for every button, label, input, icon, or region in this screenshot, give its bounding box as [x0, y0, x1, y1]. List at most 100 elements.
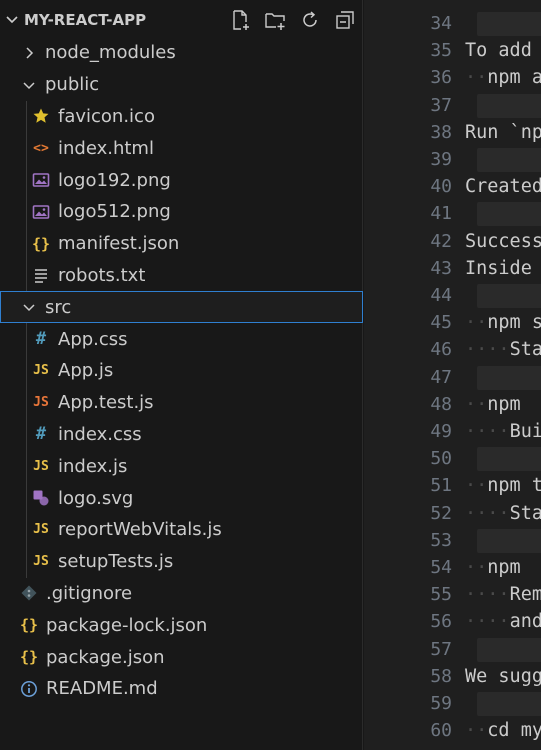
- indent-guide: [26, 323, 27, 578]
- editor-line[interactable]: 44: [364, 282, 541, 309]
- editor-line[interactable]: 49 ····Bui: [364, 418, 541, 445]
- info-icon: [20, 680, 38, 698]
- line-number: 48: [430, 393, 452, 415]
- code-text: ··npm: [465, 393, 521, 415]
- line-number: 53: [430, 529, 452, 551]
- editor-line[interactable]: 48 ··npm: [364, 391, 541, 418]
- tree-item-label: setupTests.js: [58, 551, 174, 573]
- code-text: To add: [465, 40, 532, 62]
- file-item-setuptests-js[interactable]: JS setupTests.js: [0, 546, 363, 578]
- file-item-app-test-js[interactable]: JS App.test.js: [0, 387, 363, 419]
- folder-item-src[interactable]: src: [0, 291, 363, 324]
- editor-line[interactable]: 41: [364, 200, 541, 227]
- editor-line[interactable]: 56 ····and: [364, 608, 541, 635]
- editor-line[interactable]: 39: [364, 146, 541, 173]
- file-item-app-js[interactable]: JS App.js: [0, 355, 363, 387]
- editor-line[interactable]: 47: [364, 364, 541, 391]
- line-number: 59: [430, 693, 452, 714]
- line-number: 46: [430, 339, 452, 361]
- json-icon: {}: [19, 616, 39, 635]
- editor-line[interactable]: 51 ··npm t: [364, 472, 541, 499]
- file-item-logo512-png[interactable]: logo512.png: [0, 196, 363, 228]
- tree-item-label: manifest.json: [58, 233, 180, 255]
- editor-line[interactable]: 38 Run `np: [364, 119, 541, 146]
- line-number: 41: [430, 203, 452, 225]
- explorer-header[interactable]: MY-REACT-APP: [0, 0, 363, 38]
- tree-item-label: node_modules: [45, 42, 176, 64]
- line-number: 50: [430, 448, 452, 470]
- editor-line[interactable]: 45 ··npm s: [364, 309, 541, 336]
- line-number: 37: [430, 94, 452, 116]
- file-item-favicon-ico[interactable]: favicon.ico: [0, 101, 363, 133]
- line-number: 42: [430, 230, 452, 252]
- editor-line[interactable]: 34: [364, 10, 541, 37]
- tree-item-label: .gitignore: [46, 582, 133, 604]
- chevron-down-icon[interactable]: [21, 299, 37, 315]
- file-item-index-html[interactable]: <> index.html: [0, 132, 363, 164]
- chevron-right-icon[interactable]: [21, 45, 37, 61]
- collapse-all-icon[interactable]: [333, 8, 357, 32]
- code-text: ··cd my: [465, 720, 541, 742]
- file-tree: node_modulespublic favicon.ico <> index.htm…: [0, 37, 363, 705]
- file-item-package-lock-json[interactable]: {} package-lock.json: [0, 609, 363, 641]
- editor-line[interactable]: 60 ··cd my: [364, 717, 541, 744]
- file-item-manifest-json[interactable]: {} manifest.json: [0, 228, 363, 260]
- whitespace-highlight: [477, 692, 541, 716]
- explorer-actions: [228, 8, 357, 32]
- line-number: 34: [430, 13, 452, 34]
- editor-line[interactable]: 52 ····Sta: [364, 500, 541, 527]
- file-item-index-js[interactable]: JS index.js: [0, 450, 363, 482]
- editor-line[interactable]: 40 Created: [364, 173, 541, 200]
- chevron-down-icon[interactable]: [21, 77, 37, 93]
- json-icon: {}: [19, 648, 39, 667]
- line-number: 36: [430, 67, 452, 89]
- file-item-gitignore[interactable]: .gitignore: [0, 578, 363, 610]
- tree-item-label: robots.txt: [58, 264, 146, 286]
- editor-line[interactable]: 35 To add: [364, 37, 541, 64]
- editor-line[interactable]: 43 Inside: [364, 255, 541, 282]
- file-item-package-json[interactable]: {} package.json: [0, 641, 363, 673]
- editor-line[interactable]: 37: [364, 92, 541, 119]
- editor-line[interactable]: 53: [364, 527, 541, 554]
- editor-line[interactable]: 36 ··npm a: [364, 64, 541, 91]
- folder-item-public[interactable]: public: [0, 69, 363, 101]
- tree-item-label: README.md: [46, 678, 158, 700]
- git-icon: [20, 584, 38, 602]
- file-item-app-css[interactable]: # App.css: [0, 323, 363, 355]
- file-item-reportwebvitals-js[interactable]: JS reportWebVitals.js: [0, 514, 363, 546]
- line-number: 40: [430, 176, 452, 198]
- line-number: 52: [430, 502, 452, 524]
- whitespace-highlight: [477, 528, 541, 553]
- tree-item-label: reportWebVitals.js: [58, 519, 222, 541]
- code-text: ····Rem: [465, 584, 541, 606]
- tree-item-label: App.js: [58, 360, 114, 382]
- whitespace-highlight: [477, 202, 541, 227]
- css-hash-icon: #: [35, 424, 47, 445]
- tree-item-label: index.js: [58, 455, 128, 477]
- editor-line[interactable]: 57: [364, 636, 541, 663]
- whitespace-highlight: [477, 93, 541, 118]
- file-item-robots-txt[interactable]: robots.txt: [0, 260, 363, 292]
- code-text: ··npm t: [465, 475, 541, 497]
- js-icon: JS: [33, 363, 49, 379]
- code-text: Run `np: [465, 121, 541, 143]
- refresh-icon[interactable]: [298, 8, 322, 32]
- editor-line[interactable]: 59: [364, 690, 541, 717]
- new-folder-icon[interactable]: [263, 8, 287, 32]
- line-number: 60: [430, 720, 452, 742]
- editor-line[interactable]: 54 ··npm: [364, 554, 541, 581]
- editor-line[interactable]: 42 Success: [364, 228, 541, 255]
- file-item-logo-svg[interactable]: logo.svg: [0, 482, 363, 514]
- folder-item-node-modules[interactable]: node_modules: [0, 37, 363, 69]
- editor-line[interactable]: 46 ····Sta: [364, 336, 541, 363]
- code-text: Success: [465, 230, 541, 252]
- html-icon: <>: [33, 140, 49, 156]
- file-item-logo192-png[interactable]: logo192.png: [0, 164, 363, 196]
- file-item-index-css[interactable]: # index.css: [0, 419, 363, 451]
- editor-line[interactable]: 55 ····Rem: [364, 581, 541, 608]
- new-file-icon[interactable]: [228, 8, 252, 32]
- chevron-down-icon[interactable]: [4, 11, 20, 27]
- editor-line[interactable]: 58 We sugg: [364, 663, 541, 690]
- editor-line[interactable]: 50: [364, 445, 541, 472]
- file-item-readme-md[interactable]: README.md: [0, 673, 363, 705]
